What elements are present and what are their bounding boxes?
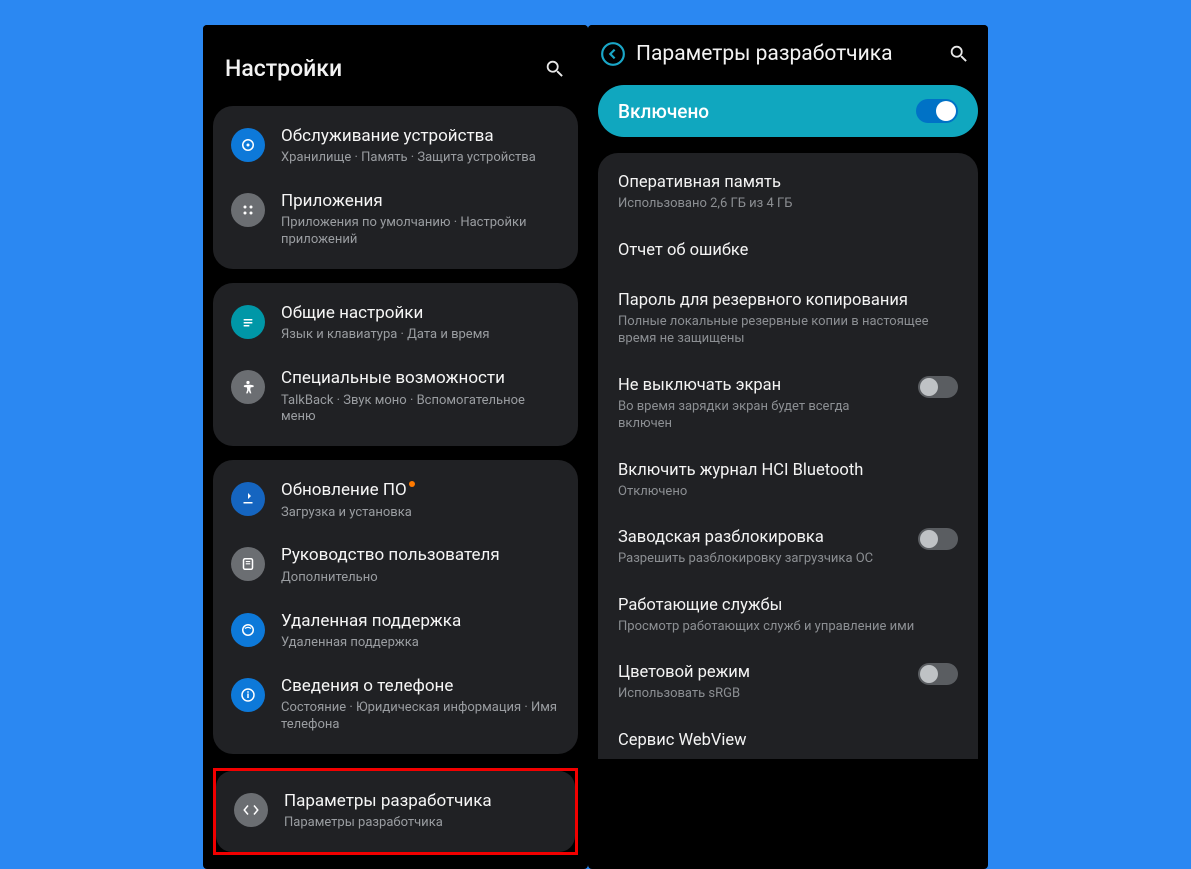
apps-icon: [231, 193, 265, 227]
manual-icon: [231, 547, 265, 581]
highlighted-item-frame: Параметры разработчика Параметры разрабо…: [213, 768, 578, 855]
devopts-icon: [234, 793, 268, 827]
item-backup-password[interactable]: Пароль для резервного копирования Полные…: [598, 277, 978, 362]
item-developer-options[interactable]: Параметры разработчика Параметры разрабо…: [216, 779, 575, 844]
item-title: Специальные возможности: [281, 368, 560, 389]
item-webview[interactable]: Сервис WebView: [598, 717, 978, 759]
item-title: Пароль для резервного копирования: [618, 291, 958, 310]
item-sub: Разрешить разблокировку загрузчика ОС: [618, 550, 906, 568]
item-title: Сервис WebView: [618, 731, 958, 750]
settings-title: Настройки: [225, 55, 342, 82]
settings-group: Обслуживание устройства Хранилище · Памя…: [213, 106, 578, 269]
item-remote[interactable]: Удаленная поддержка Удаленная поддержка: [213, 599, 578, 664]
item-sub: Загрузка и установка: [281, 505, 560, 522]
master-toggle[interactable]: Включено: [598, 85, 978, 137]
switch-off-icon[interactable]: [918, 376, 958, 398]
item-sub: Удаленная поддержка: [281, 635, 560, 652]
item-title: Сведения о телефоне: [281, 676, 560, 697]
item-sub: Параметры разработчика: [284, 815, 557, 832]
settings-group: Обновление ПО Загрузка и установка Руков…: [213, 460, 578, 753]
item-sub: Приложения по умолчанию · Настройки прил…: [281, 215, 560, 249]
item-title: Руководство пользователя: [281, 545, 560, 566]
item-manual[interactable]: Руководство пользователя Дополнительно: [213, 533, 578, 598]
item-sub: Отключено: [618, 483, 958, 501]
remote-icon: [231, 613, 265, 647]
item-title: Параметры разработчика: [284, 791, 557, 812]
item-device-care[interactable]: Обслуживание устройства Хранилище · Памя…: [213, 114, 578, 179]
item-stay-awake[interactable]: Не выключать экран Во время зарядки экра…: [598, 362, 978, 447]
item-title: Общие настройки: [281, 303, 560, 324]
item-title: Обновление ПО: [281, 480, 560, 501]
settings-screen: Настройки Обслуживание устройства Хранил…: [203, 25, 588, 869]
notification-dot-icon: [409, 481, 415, 487]
settings-group: Общие настройки Язык и клавиатура · Дата…: [213, 283, 578, 446]
item-sub: Дополнительно: [281, 570, 560, 587]
about-icon: [231, 678, 265, 712]
item-oem-unlock[interactable]: Заводская разблокировка Разрешить разбло…: [598, 514, 978, 582]
switch-off-icon[interactable]: [918, 528, 958, 550]
item-title: Включить журнал HCI Bluetooth: [618, 461, 958, 480]
update-icon: [231, 482, 265, 516]
item-about[interactable]: Сведения о телефоне Состояние · Юридичес…: [213, 664, 578, 746]
item-title: Цветовой режим: [618, 663, 906, 682]
item-title: Отчет об ошибке: [618, 241, 958, 260]
item-title: Не выключать экран: [618, 376, 906, 395]
item-update[interactable]: Обновление ПО Загрузка и установка: [213, 468, 578, 533]
item-title: Оперативная память: [618, 173, 958, 192]
item-sub: Состояние · Юридическая информация · Имя…: [281, 700, 560, 734]
search-icon[interactable]: [948, 43, 970, 65]
item-ram[interactable]: Оперативная память Использовано 2,6 ГБ и…: [598, 159, 978, 227]
item-sub: Использовать sRGB: [618, 685, 906, 703]
item-sub: Полные локальные резервные копии в насто…: [618, 313, 958, 348]
item-sub: Язык и клавиатура · Дата и время: [281, 327, 560, 344]
item-general[interactable]: Общие настройки Язык и клавиатура · Дата…: [213, 291, 578, 356]
item-color-mode[interactable]: Цветовой режим Использовать sRGB: [598, 649, 978, 717]
general-icon: [231, 305, 265, 339]
item-sub: Во время зарядки экран будет всегда вклю…: [618, 398, 906, 433]
item-accessibility[interactable]: Специальные возможности TalkBack · Звук …: [213, 356, 578, 438]
item-title: Удаленная поддержка: [281, 611, 560, 632]
dev-options-list: Оперативная память Использовано 2,6 ГБ и…: [598, 153, 978, 759]
item-bugreport[interactable]: Отчет об ошибке: [598, 227, 978, 277]
accessibility-icon: [231, 370, 265, 404]
item-running-services[interactable]: Работающие службы Просмотр работающих сл…: [598, 582, 978, 650]
back-icon[interactable]: [600, 41, 626, 67]
item-title: Обслуживание устройства: [281, 126, 560, 147]
item-sub: Просмотр работающих служб и управление и…: [618, 618, 958, 636]
switch-on-icon[interactable]: [916, 99, 958, 123]
developer-options-screen: Параметры разработчика Включено Оператив…: [588, 25, 988, 869]
item-apps[interactable]: Приложения Приложения по умолчанию · Нас…: [213, 179, 578, 261]
search-icon[interactable]: [544, 58, 566, 80]
settings-header: Настройки: [203, 25, 588, 106]
item-sub: Хранилище · Память · Защита устройства: [281, 150, 560, 167]
item-sub: Использовано 2,6 ГБ из 4 ГБ: [618, 195, 958, 213]
switch-off-icon[interactable]: [918, 663, 958, 685]
dev-header: Параметры разработчика: [588, 25, 988, 85]
dev-title: Параметры разработчика: [636, 42, 938, 66]
item-title: Работающие службы: [618, 596, 958, 615]
item-hci-log[interactable]: Включить журнал HCI Bluetooth Отключено: [598, 447, 978, 515]
item-title: Приложения: [281, 191, 560, 212]
item-title: Заводская разблокировка: [618, 528, 906, 547]
device-care-icon: [231, 128, 265, 162]
master-toggle-label: Включено: [618, 100, 709, 123]
item-sub: TalkBack · Звук моно · Вспомогательное м…: [281, 393, 560, 427]
